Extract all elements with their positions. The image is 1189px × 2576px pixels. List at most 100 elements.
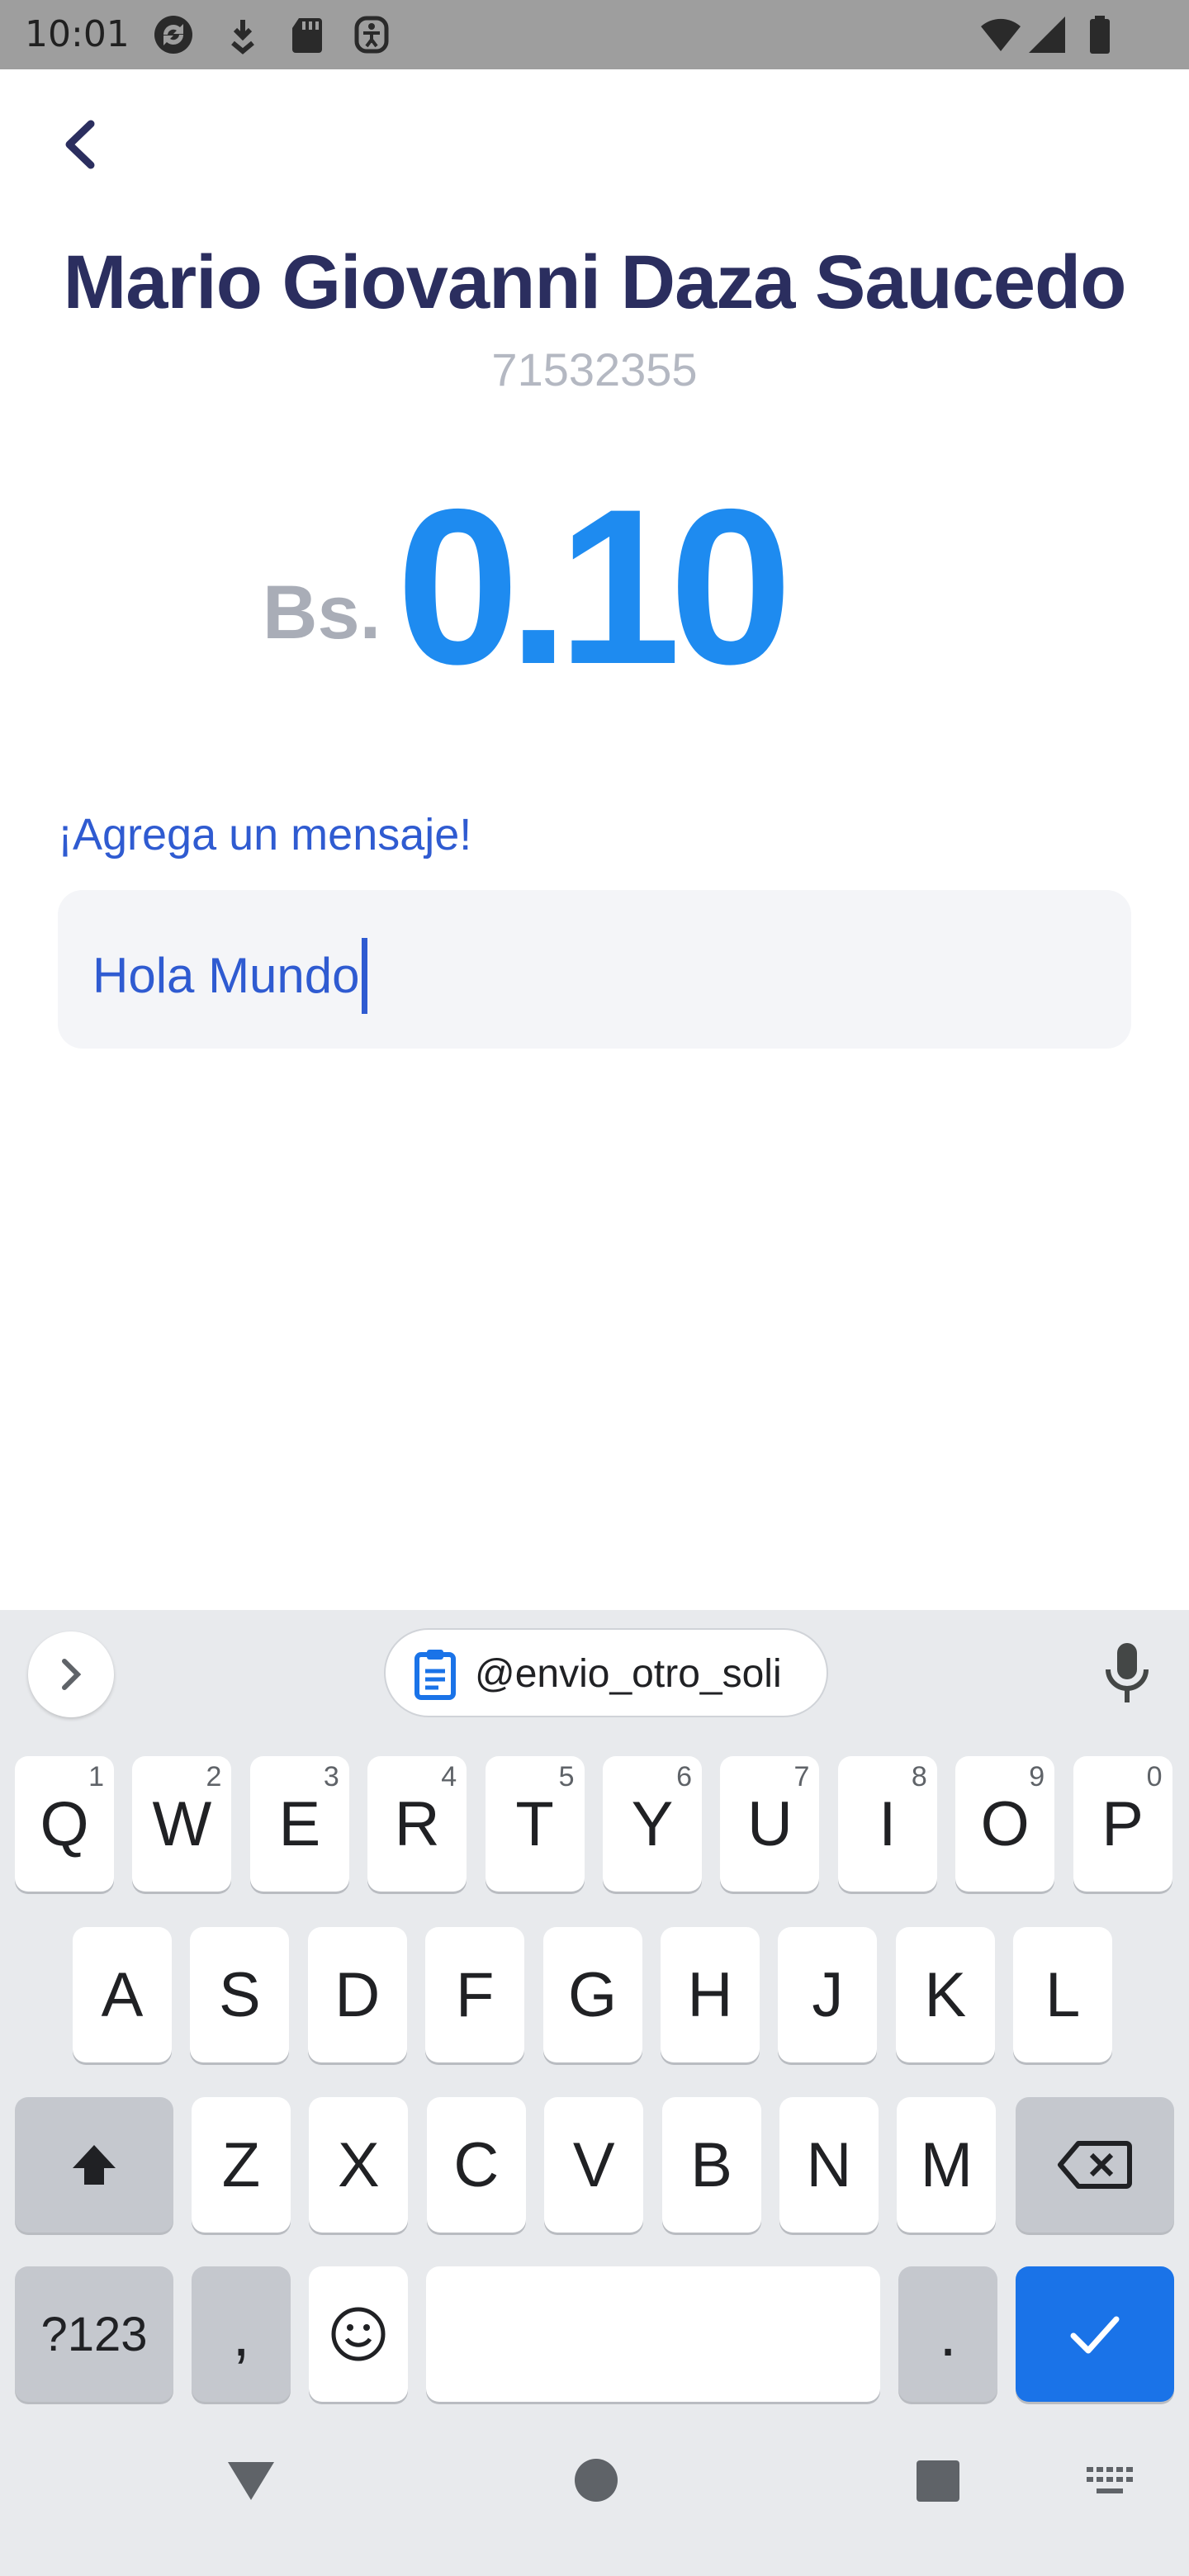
key-w[interactable]: W2 xyxy=(132,1756,232,1892)
cellular-signal-icon xyxy=(1029,17,1065,53)
key-label: F xyxy=(455,1959,495,2030)
key-e[interactable]: E3 xyxy=(249,1756,349,1892)
key-label: S xyxy=(219,1959,261,2030)
amount-display: Bs. 0.10 xyxy=(0,476,1189,702)
key-g[interactable]: G xyxy=(542,1927,642,2062)
recipient-name: Mario Giovanni Daza Saucedo xyxy=(63,240,1127,324)
message-input-value: Hola Mundo xyxy=(92,948,360,1003)
key-r[interactable]: R4 xyxy=(367,1756,467,1892)
checkmark-icon xyxy=(1070,2316,1120,2354)
key-o[interactable]: O9 xyxy=(955,1756,1055,1892)
clipboard-icon xyxy=(414,1650,456,1700)
key-v[interactable]: V xyxy=(544,2097,644,2233)
key-k[interactable]: K xyxy=(895,1927,995,2062)
key-q[interactable]: Q1 xyxy=(15,1756,114,1892)
key-hint: 1 xyxy=(88,1761,104,1792)
message-input[interactable]: Hola Mundo xyxy=(58,890,1131,1049)
key-hint: 6 xyxy=(676,1761,692,1792)
navigation-bar xyxy=(0,2403,1189,2576)
sync-icon xyxy=(154,16,192,54)
key-z[interactable]: Z xyxy=(192,2097,291,2233)
space-key[interactable] xyxy=(426,2266,880,2402)
currency-label: Bs. xyxy=(263,571,381,655)
symbols-key-label: ?123 xyxy=(40,2307,148,2361)
clipboard-suggestion-chip[interactable]: @envio_otro_soli xyxy=(384,1628,828,1717)
keyboard-suggestion-bar: @envio_otro_soli xyxy=(0,1610,1189,1717)
shift-key[interactable] xyxy=(15,2097,173,2233)
key-label: G xyxy=(568,1959,618,2030)
backspace-key[interactable] xyxy=(1016,2097,1174,2233)
key-label: N xyxy=(806,2129,852,2200)
done-key[interactable] xyxy=(1016,2266,1174,2402)
key-n[interactable]: N xyxy=(779,2097,879,2233)
key-l[interactable]: L xyxy=(1013,1927,1113,2062)
key-hint: 3 xyxy=(323,1761,339,1792)
sd-card-icon xyxy=(292,18,322,53)
key-m[interactable]: M xyxy=(897,2097,997,2233)
back-button[interactable] xyxy=(50,107,116,182)
key-label: B xyxy=(690,2129,732,2200)
key-label: J xyxy=(812,1959,844,2030)
key-d[interactable]: D xyxy=(307,1927,407,2062)
chevron-left-icon xyxy=(65,120,95,169)
key-hint: 7 xyxy=(793,1761,810,1792)
back-triangle-icon[interactable] xyxy=(225,2457,277,2503)
key-x[interactable]: X xyxy=(309,2097,409,2233)
chevron-right-icon xyxy=(62,1659,82,1690)
symbols-key[interactable]: ?123 xyxy=(15,2266,173,2402)
key-j[interactable]: J xyxy=(778,1927,878,2062)
soft-keyboard: @envio_otro_soli Q1W2E3R4T5Y6U7I8O9P0 A S… xyxy=(0,1610,1189,2576)
shift-icon xyxy=(73,2145,116,2185)
keyboard-expand-button[interactable] xyxy=(28,1631,114,1717)
clipboard-suggestion-text: @envio_otro_soli xyxy=(475,1652,782,1696)
key-label: L xyxy=(1045,1959,1081,2030)
battery-icon xyxy=(1090,16,1110,54)
key-label: M xyxy=(920,2129,973,2200)
key-t[interactable]: T5 xyxy=(485,1756,585,1892)
key-hint: 0 xyxy=(1146,1761,1163,1792)
key-label: C xyxy=(453,2129,500,2200)
voice-input-button[interactable] xyxy=(1098,1636,1156,1711)
key-u[interactable]: U7 xyxy=(720,1756,820,1892)
key-hint: 5 xyxy=(558,1761,575,1792)
keyboard-switch-icon[interactable] xyxy=(1087,2467,1133,2495)
home-circle-icon[interactable] xyxy=(573,2457,619,2503)
comma-key[interactable]: , xyxy=(192,2266,291,2402)
key-hint: 9 xyxy=(1029,1761,1045,1792)
message-label: ¡Agrega un mensaje! xyxy=(58,810,472,859)
status-bar: 10:01 xyxy=(0,0,1189,69)
period-key-label: . xyxy=(939,2299,957,2370)
key-a[interactable]: A xyxy=(73,1927,172,2062)
key-h[interactable]: H xyxy=(661,1927,760,2062)
key-label: H xyxy=(687,1959,733,2030)
emoji-icon xyxy=(331,2307,386,2361)
key-label: X xyxy=(338,2129,380,2200)
backspace-icon xyxy=(1058,2141,1132,2189)
status-time: 10:01 xyxy=(25,13,130,55)
microphone-icon xyxy=(1106,1643,1149,1702)
text-cursor xyxy=(361,938,367,1014)
key-c[interactable]: C xyxy=(426,2097,526,2233)
key-label: Z xyxy=(221,2129,261,2200)
comma-key-label: , xyxy=(232,2299,250,2370)
key-label: K xyxy=(924,1959,967,2030)
emoji-key[interactable] xyxy=(309,2266,408,2402)
accessibility-icon xyxy=(354,16,389,54)
key-label: A xyxy=(101,1959,144,2030)
recipient-phone: 71532355 xyxy=(491,343,698,395)
key-p[interactable]: P0 xyxy=(1073,1756,1172,1892)
key-s[interactable]: S xyxy=(190,1927,290,2062)
key-y[interactable]: Y6 xyxy=(603,1756,702,1892)
amount-value: 0.10 xyxy=(396,462,793,710)
key-f[interactable]: F xyxy=(425,1927,525,2062)
wifi-icon xyxy=(981,18,1021,51)
key-hint: 4 xyxy=(441,1761,457,1792)
recents-square-icon[interactable] xyxy=(915,2459,961,2503)
key-hint: 2 xyxy=(206,1761,222,1792)
download-icon xyxy=(231,20,254,54)
key-hint: 8 xyxy=(911,1761,927,1792)
key-b[interactable]: B xyxy=(661,2097,761,2233)
key-label: V xyxy=(572,2129,615,2200)
key-i[interactable]: I8 xyxy=(837,1756,937,1892)
period-key[interactable]: . xyxy=(898,2266,997,2402)
